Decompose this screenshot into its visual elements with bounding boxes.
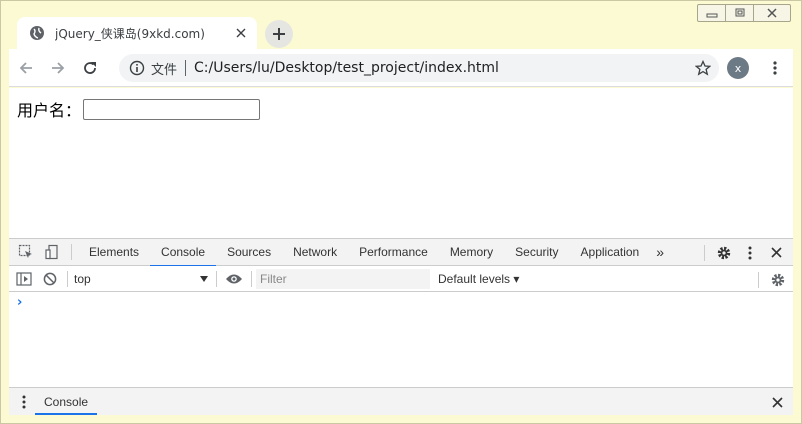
reload-icon <box>84 61 96 74</box>
devtools-panel: Elements Console Sources Network Perform… <box>9 238 793 415</box>
username-label: 用户名： <box>17 101 82 120</box>
tab-network[interactable]: Network <box>282 239 348 266</box>
tab-security[interactable]: Security <box>504 239 569 266</box>
browser-window: jQuery_侠课岛(9xkd.com) 文件 C:/Users/lu/Desk… <box>0 0 802 424</box>
arrow-right-icon <box>52 61 65 74</box>
star-icon <box>695 60 711 76</box>
globe-icon <box>30 26 44 40</box>
info-icon[interactable] <box>129 60 145 76</box>
username-input[interactable] <box>83 98 261 120</box>
url-text[interactable]: C:/Users/lu/Desktop/test_project/index.h… <box>194 60 689 76</box>
console-filter-input[interactable] <box>256 268 430 289</box>
tab-console[interactable]: Console <box>150 239 217 267</box>
tab-performance[interactable]: Performance <box>348 239 439 266</box>
new-tab-button[interactable] <box>265 20 293 48</box>
tab-sources[interactable]: Sources <box>216 239 282 266</box>
close-icon <box>770 247 782 258</box>
plus-icon <box>273 28 285 40</box>
username-row: 用户名： <box>17 97 261 121</box>
settings-button[interactable] <box>711 240 737 266</box>
address-bar[interactable]: 文件 C:/Users/lu/Desktop/test_project/inde… <box>119 54 719 82</box>
tab-title: jQuery_侠课岛(9xkd.com) <box>55 26 205 41</box>
devtools-menu-button[interactable] <box>737 240 763 266</box>
page-viewport: 用户名： <box>9 88 793 238</box>
close-devtools-button[interactable] <box>763 240 789 266</box>
context-selector[interactable]: top <box>72 269 212 289</box>
forward-button[interactable] <box>43 53 73 83</box>
browser-tab[interactable]: jQuery_侠课岛(9xkd.com) <box>17 17 257 49</box>
reload-button[interactable] <box>75 53 105 83</box>
toggle-sidebar-button[interactable] <box>11 266 37 292</box>
clear-console-button[interactable] <box>37 266 63 292</box>
console-settings-button[interactable] <box>765 267 791 293</box>
restore-icon <box>735 8 744 17</box>
console-toolbar: top Default levels ▾ <box>9 266 793 292</box>
dropdown-arrow-icon <box>200 275 208 282</box>
tabbar-divider <box>704 244 705 261</box>
more-vertical-icon <box>748 246 752 259</box>
context-value: top <box>74 271 91 286</box>
bookmark-button[interactable] <box>689 54 717 82</box>
toolbar-divider <box>758 271 759 288</box>
block-icon <box>43 272 57 285</box>
more-vertical-icon <box>22 395 26 408</box>
devtools-tabbar: Elements Console Sources Network Perform… <box>9 239 793 267</box>
close-icon <box>236 28 246 38</box>
profile-avatar[interactable]: x <box>727 57 749 79</box>
tab-memory[interactable]: Memory <box>439 239 504 266</box>
toolbar-divider <box>251 270 252 287</box>
cursor-select-icon <box>18 244 32 258</box>
close-icon <box>767 8 777 18</box>
restore-button[interactable] <box>726 5 754 21</box>
more-tabs-button[interactable]: » <box>650 239 670 266</box>
browser-menu-button[interactable] <box>761 54 789 82</box>
close-window-button[interactable] <box>754 5 790 21</box>
minimize-icon <box>706 13 717 18</box>
gear-icon <box>771 273 785 286</box>
tab-application[interactable]: Application <box>570 239 651 266</box>
tab-close-button[interactable] <box>229 21 253 45</box>
devtools-tabbar-actions <box>698 239 793 266</box>
drawer-menu-button[interactable] <box>13 389 35 415</box>
device-toolbar-button[interactable] <box>39 239 65 265</box>
address-separator <box>185 60 187 76</box>
inspect-element-button[interactable] <box>13 239 39 265</box>
live-expression-button[interactable] <box>221 266 247 292</box>
toolbar-divider <box>67 270 68 287</box>
close-drawer-button[interactable] <box>767 392 787 412</box>
eye-icon <box>226 274 242 283</box>
gear-icon <box>717 246 731 259</box>
tab-elements[interactable]: Elements <box>78 239 150 266</box>
console-toolbar-actions <box>752 266 793 293</box>
window-controls <box>697 4 791 22</box>
site-label: 文件 <box>151 62 178 78</box>
minimize-button[interactable] <box>698 5 726 21</box>
console-output[interactable]: › <box>9 292 793 387</box>
console-prompt: › <box>17 295 23 310</box>
close-icon <box>771 396 783 408</box>
device-icon <box>45 244 58 260</box>
back-button[interactable] <box>11 53 41 83</box>
devtools-drawer: Console <box>9 387 793 415</box>
toolbar-divider <box>216 270 217 287</box>
browser-toolbar: 文件 C:/Users/lu/Desktop/test_project/inde… <box>9 49 793 87</box>
drawer-tab-console[interactable]: Console <box>35 388 98 415</box>
tabbar-divider <box>71 244 72 260</box>
log-levels-dropdown[interactable]: Default levels ▾ <box>438 272 519 286</box>
more-vertical-icon <box>773 61 777 75</box>
sidebar-icon <box>16 271 32 286</box>
arrow-left-icon <box>19 61 32 74</box>
